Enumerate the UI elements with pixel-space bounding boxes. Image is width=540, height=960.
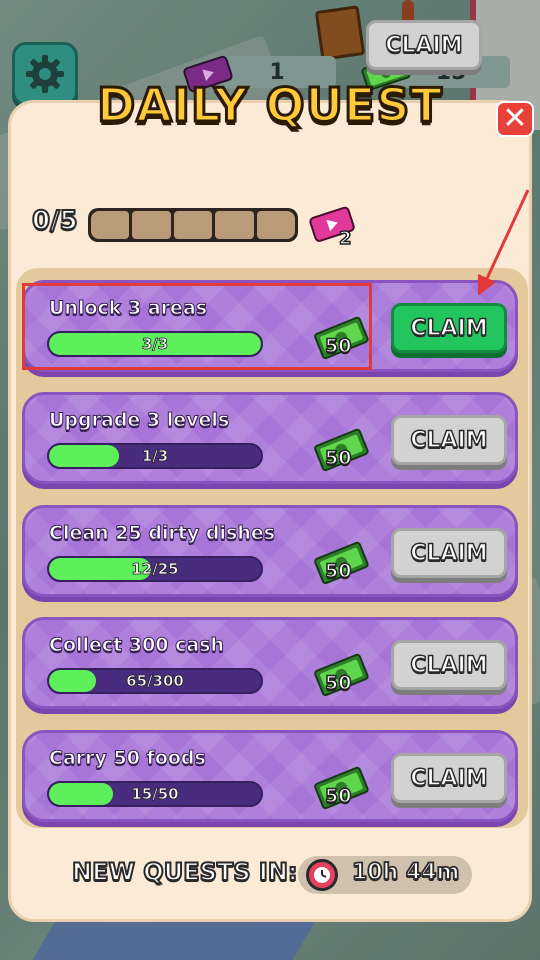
reward-amount: 50	[324, 559, 352, 583]
quest-title: Upgrade 3 levels	[48, 409, 230, 432]
quest-item: Upgrade 3 levels 1/3 50 CLAIM	[22, 392, 518, 484]
quest-progress-bar: 12/25	[47, 556, 263, 582]
claim-label: CLAIM	[410, 652, 489, 679]
clock-icon	[306, 859, 338, 891]
claim-label: CLAIM	[410, 540, 489, 567]
claim-button[interactable]: CLAIM	[391, 528, 507, 578]
quest-progress-count: 0/5	[31, 205, 79, 237]
progress-segment	[132, 211, 171, 239]
quest-progress-text: 15/50	[131, 785, 179, 804]
progress-segment	[215, 211, 254, 239]
quest-title: Carry 50 foods	[49, 747, 207, 770]
progress-segment	[256, 211, 296, 239]
claim-button[interactable]: CLAIM	[391, 415, 507, 465]
claim-button[interactable]: CLAIM	[391, 640, 507, 690]
quest-title: Clean 25 dirty dishes	[48, 522, 276, 545]
progress-segment	[91, 211, 130, 239]
claim-label: CLAIM	[385, 32, 464, 59]
reward-amount: 50	[324, 784, 352, 808]
close-icon: ✕	[502, 101, 528, 136]
reward-amount: 50	[324, 446, 352, 470]
quest-progress-bar: 1/3	[47, 443, 263, 469]
quest-progress-bar	[88, 208, 298, 242]
highlight-box	[22, 283, 372, 370]
claim-label: CLAIM	[410, 427, 489, 454]
quest-item: Carry 50 foods 15/50 50 CLAIM	[22, 730, 518, 822]
quest-progress-bar: 15/50	[47, 781, 263, 807]
quest-progress-text: 1/3	[141, 447, 169, 466]
panel-title: DAILY QUEST	[96, 77, 444, 134]
timer-text: 10h 44m	[351, 859, 460, 886]
close-button[interactable]: ✕	[496, 101, 534, 137]
quest-progress-text: 65/300	[126, 672, 184, 691]
new-quests-label: NEW QUESTS IN:	[71, 857, 299, 887]
claim-label: CLAIM	[410, 765, 489, 792]
quest-title: Collect 300 cash	[48, 634, 225, 657]
quest-item: Clean 25 dirty dishes 12/25 50 CLAIM	[22, 505, 518, 597]
quest-progress-text: 12/25	[131, 560, 179, 579]
claim-button[interactable]: CLAIM	[391, 753, 507, 803]
quest-item: Collect 300 cash 65/300 50 CLAIM	[22, 617, 518, 709]
claim-button[interactable]: CLAIM	[391, 303, 507, 353]
progress-segment	[173, 211, 213, 239]
claim-label: CLAIM	[410, 315, 489, 342]
quest-progress-bar: 65/300	[47, 668, 263, 694]
claim-all-button[interactable]: CLAIM	[366, 20, 482, 70]
ticket-reward-qty: 2	[338, 227, 352, 250]
reward-amount: 50	[324, 671, 352, 695]
